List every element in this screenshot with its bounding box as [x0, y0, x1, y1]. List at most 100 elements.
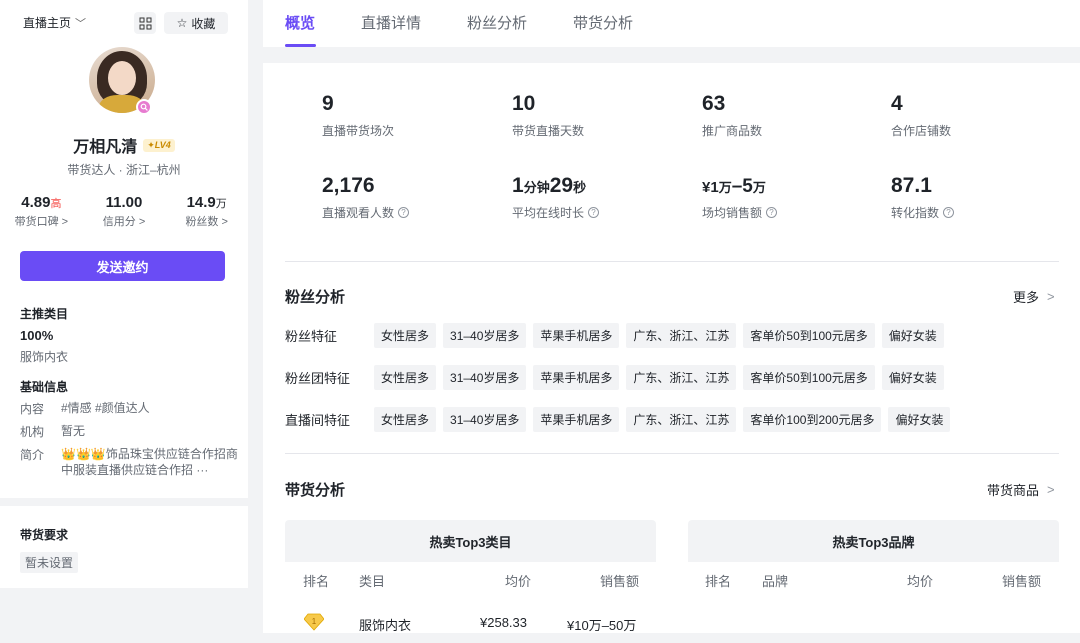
col-rank: 排名	[303, 574, 330, 589]
table-cell-category: 服饰内衣	[359, 618, 412, 633]
feature-chip: 女性居多	[374, 364, 437, 390]
feature-chip: 苹果手机居多	[533, 406, 620, 432]
col-rank: 排名	[705, 574, 732, 589]
feature-chip: 偏好女装	[881, 364, 944, 390]
main-category-name: 服饰内衣	[20, 350, 69, 364]
stat-label: 粉丝数 >	[185, 216, 228, 228]
favorite-label: 收藏	[191, 16, 216, 31]
feature-chip: 广东、浙江、江苏	[626, 364, 737, 390]
metric-label: 场均销售额	[702, 206, 763, 220]
metric-value: 2,176	[322, 174, 375, 197]
metric-value: 63	[702, 92, 726, 115]
feature-chip: 客单价50到100元居多	[743, 322, 875, 348]
info-key: 简介	[20, 448, 45, 462]
feature-chip: 客单价50到100元居多	[743, 364, 875, 390]
col-sales: 销售额	[600, 574, 640, 589]
more-label: 带货商品	[987, 483, 1040, 498]
metric-live-days: 10 带货直播天数	[512, 92, 584, 139]
favorite-button[interactable]: ☆ 收藏	[164, 12, 228, 34]
num-unit: 分钟	[523, 180, 550, 195]
row-label: 粉丝特征	[285, 328, 338, 344]
tab-fan-analysis[interactable]: 粉丝分析	[467, 12, 527, 33]
stat-reputation[interactable]: 4.89高 带货口碑 >	[0, 194, 83, 229]
metric-value: 4	[891, 92, 903, 115]
stat-fans[interactable]: 14.9万 粉丝数 >	[165, 194, 248, 229]
feature-chip: 广东、浙江、江苏	[626, 406, 737, 432]
help-icon[interactable]: ?	[943, 207, 955, 218]
feature-chip: 31–40岁居多	[443, 406, 527, 432]
col-category: 类目	[359, 574, 386, 589]
metric-label: 合作店铺数	[891, 124, 952, 138]
feature-chip: 苹果手机居多	[533, 322, 620, 348]
fan-row-fans: 粉丝特征 女性居多 31–40岁居多 苹果手机居多 广东、浙江、江苏 客单价50…	[285, 322, 951, 348]
requirements-value: 暂未设置	[20, 552, 79, 573]
num-unit: 秒	[573, 180, 587, 195]
col-sales: 销售额	[1002, 574, 1042, 589]
stat-suffix: 高	[50, 198, 62, 210]
help-icon[interactable]: ?	[588, 207, 600, 218]
svg-text:1: 1	[312, 617, 317, 626]
metric-avg-sales: ¥1万–5万 场均销售额?	[702, 174, 778, 221]
row-label: 直播间特征	[285, 412, 351, 428]
qr-grid-button[interactable]	[134, 12, 156, 34]
num-part: 29	[549, 174, 574, 197]
tab-sales-analysis[interactable]: 带货分析	[573, 12, 633, 33]
verified-badge-icon	[136, 99, 152, 115]
divider	[285, 261, 1059, 262]
fan-analysis-title: 粉丝分析	[285, 289, 346, 306]
help-icon[interactable]: ?	[766, 207, 778, 218]
stat-value: 11.00	[105, 194, 143, 211]
metric-shops: 4 合作店铺数	[891, 92, 951, 139]
metric-avg-time: 1分钟29秒 平均在线时长?	[512, 174, 600, 221]
num-unit: 万	[718, 180, 732, 195]
row-label: 粉丝团特征	[285, 370, 351, 386]
stat-label: 带货口碑 >	[14, 216, 69, 228]
sales-products-link[interactable]: 带货商品 >	[987, 480, 1055, 499]
feature-chip: 苹果手机居多	[533, 364, 620, 390]
top3-brand-header: 热卖Top3品牌	[688, 520, 1059, 562]
main-category-pct: 100%	[20, 328, 54, 343]
metric-value: 87.1	[891, 174, 932, 197]
fan-row-live-room: 直播间特征 女性居多 31–40岁居多 苹果手机居多 广东、浙江、江苏 客单价1…	[285, 406, 957, 432]
metric-value: 10	[512, 92, 536, 115]
table-cell-sales: ¥10万–50万	[567, 618, 637, 633]
stat-suffix: 万	[215, 198, 227, 210]
tab-overview[interactable]: 概览	[285, 12, 315, 33]
info-value: 暂无	[61, 424, 86, 438]
streamer-name: 万相凡清	[73, 139, 138, 156]
info-key: 内容	[20, 402, 45, 416]
feature-chip: 广东、浙江、江苏	[626, 322, 737, 348]
info-row-bio[interactable]: 简介 👑👑👑饰品珠宝供应链合作招商 中服装直播供应链合作招 ···	[20, 446, 238, 478]
more-label: 更多	[1013, 290, 1040, 305]
active-tab-indicator	[285, 44, 316, 47]
metric-label: 带货直播天数	[512, 124, 585, 138]
tab-live-details[interactable]: 直播详情	[361, 12, 421, 33]
metric-value: ¥1万–5万	[702, 174, 777, 198]
help-icon[interactable]: ?	[398, 207, 410, 218]
table-cell-price: ¥258.33	[480, 615, 527, 630]
send-invite-button[interactable]: 发送邀约	[20, 251, 225, 281]
feature-chip: 女性居多	[374, 322, 437, 348]
streamer-subtitle: 带货达人 · 浙江–杭州	[67, 163, 181, 177]
col-brand: 品牌	[762, 574, 789, 589]
feature-chip: 偏好女装	[888, 406, 951, 432]
requirements-panel: 带货要求	[0, 506, 248, 588]
stat-label: 信用分 >	[102, 216, 146, 228]
divider	[285, 453, 1059, 454]
col-avg-price: 均价	[907, 574, 934, 589]
num-part: –5	[731, 176, 753, 197]
profile-sidebar: 直播主页 ﹀ ☆ 收藏 万相凡清 ✦LV4 带货达人 · 浙江–杭州 4.89高…	[0, 0, 248, 498]
metric-products: 63 推广商品数	[702, 92, 762, 139]
fan-more-link[interactable]: 更多 >	[1013, 287, 1055, 306]
stat-credit[interactable]: 11.00 信用分 >	[83, 194, 166, 229]
live-home-dropdown[interactable]: 直播主页 ﹀	[23, 14, 86, 31]
metric-label: 平均在线时长	[512, 206, 585, 220]
live-home-label: 直播主页	[23, 16, 72, 30]
grid-icon	[139, 17, 151, 29]
metric-viewers: 2,176 直播观看人数?	[322, 174, 410, 221]
chevron-right-icon: >	[1047, 289, 1055, 304]
metric-label: 直播观看人数	[322, 206, 395, 220]
feature-chip: 31–40岁居多	[443, 322, 527, 348]
metric-live-sessions: 9 直播带货场次	[322, 92, 394, 139]
fan-row-fan-club: 粉丝团特征 女性居多 31–40岁居多 苹果手机居多 广东、浙江、江苏 客单价5…	[285, 364, 951, 390]
